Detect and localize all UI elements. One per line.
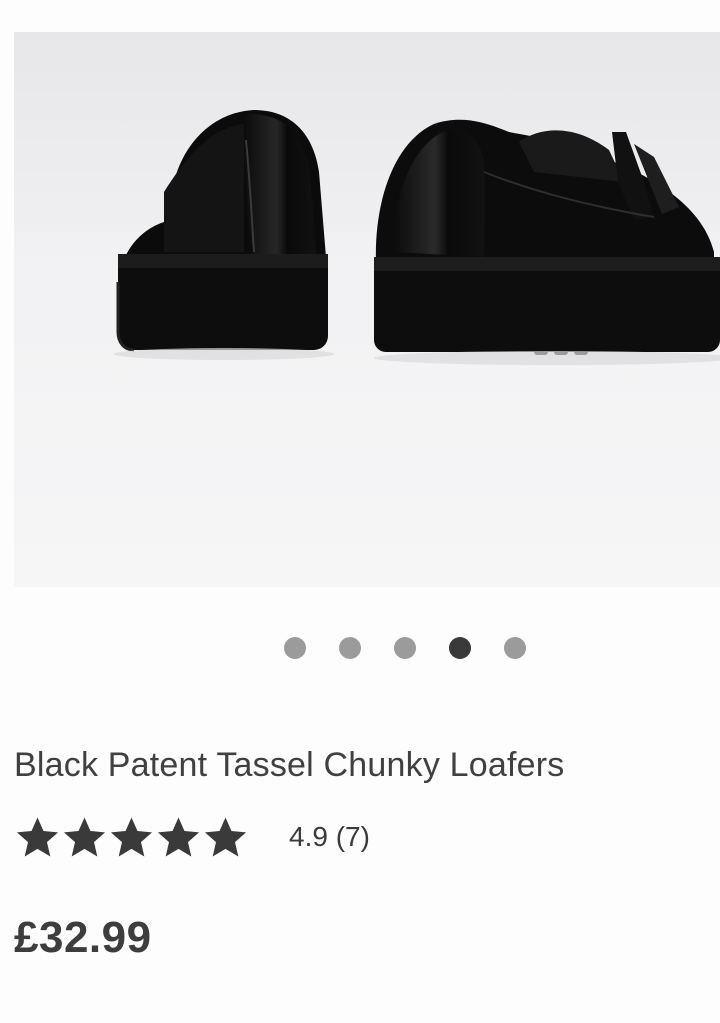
- gallery-dot-2[interactable]: [339, 637, 361, 659]
- product-title: Black Patent Tassel Chunky Loafers: [14, 746, 565, 784]
- star-icon: [202, 814, 249, 861]
- product-price: £32.99: [14, 913, 152, 962]
- star-icon: [14, 814, 61, 861]
- product-page: Black Patent Tassel Chunky Loafers 4.9 (…: [0, 0, 720, 1023]
- product-image[interactable]: [14, 32, 720, 587]
- product-rating[interactable]: 4.9 (7): [14, 812, 370, 862]
- gallery-dot-4-active[interactable]: [449, 637, 471, 659]
- star-icon: [61, 814, 108, 861]
- gallery-dot-1[interactable]: [284, 637, 306, 659]
- gallery-dot-5[interactable]: [504, 637, 526, 659]
- gallery-dot-3[interactable]: [394, 637, 416, 659]
- rating-stars: [14, 814, 249, 861]
- star-icon: [155, 814, 202, 861]
- star-icon: [108, 814, 155, 861]
- gallery-pagination: [284, 637, 526, 659]
- rating-score: 4.9 (7): [289, 821, 370, 852]
- product-photo-svg: [14, 32, 720, 587]
